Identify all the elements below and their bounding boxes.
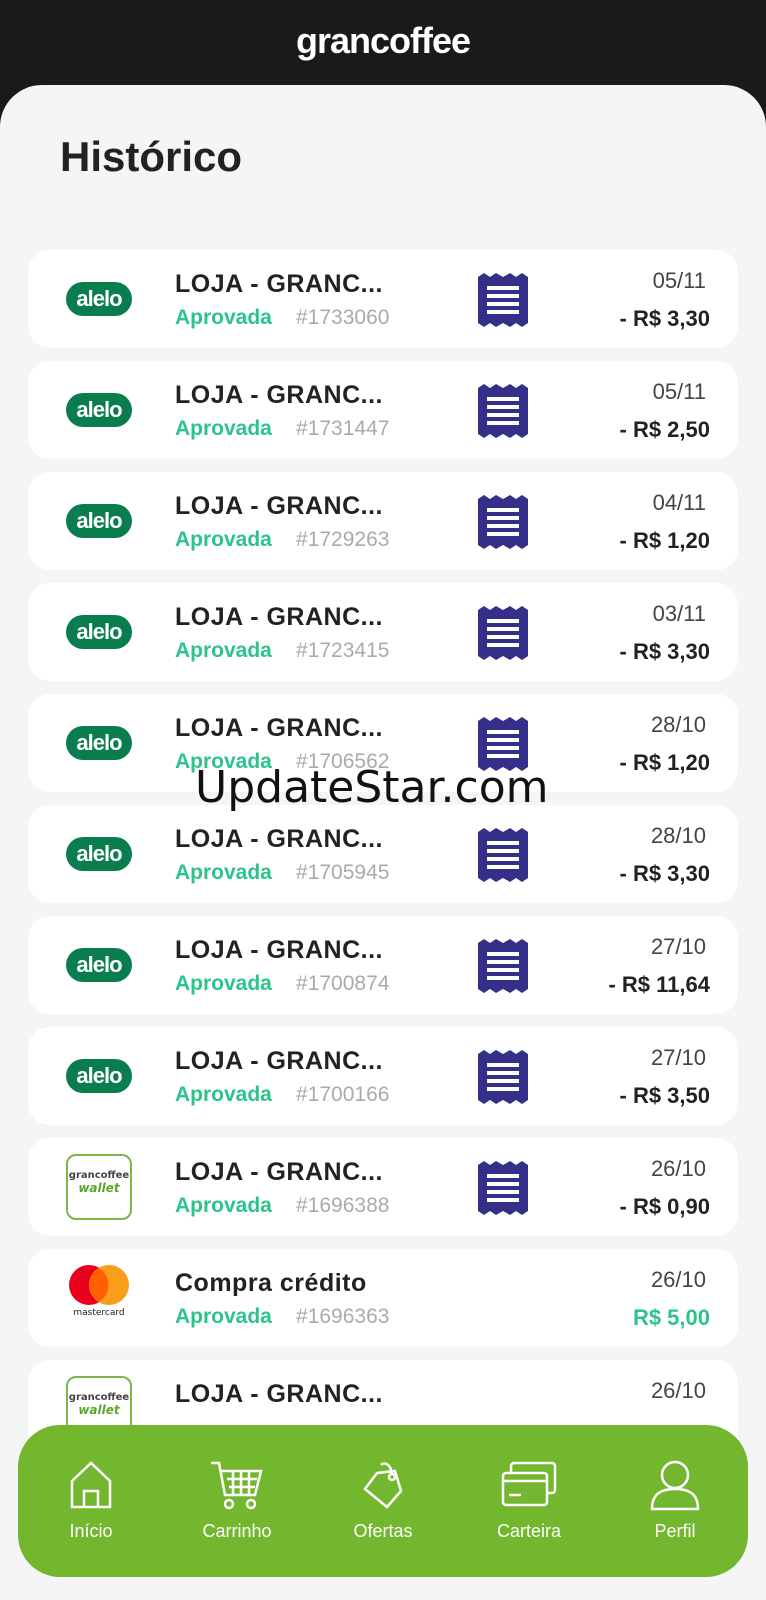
status-label: Aprovada	[175, 972, 272, 995]
watermark: UpdateStar.com	[195, 762, 549, 813]
alelo-logo: alelo	[66, 615, 132, 649]
transaction-row[interactable]: alelo LOJA - GRANC... Aprovada #1733060 05/1…	[28, 250, 738, 348]
transaction-date: 26/10	[650, 1267, 706, 1292]
transaction-date: 27/10	[650, 934, 706, 959]
nav-label: Perfil	[654, 1521, 696, 1541]
transaction-row[interactable]: alelo LOJA - GRANC... Aprovada #1700166 27/1…	[28, 1027, 738, 1125]
alelo-logo: alelo	[66, 837, 132, 871]
receipt-icon[interactable]	[476, 606, 530, 660]
page-title: Histórico	[60, 133, 243, 180]
mastercard-logo: mastercard	[66, 1263, 132, 1333]
brand-logo: grancoffee	[295, 20, 471, 61]
receipt-icon[interactable]	[476, 495, 530, 549]
transaction-code: #1733060	[296, 306, 390, 329]
nav-item-carteira[interactable]: Carteira	[456, 1425, 602, 1577]
transaction-amount: - R$ 3,30	[619, 306, 711, 331]
nav-label: Ofertas	[353, 1521, 413, 1541]
transaction-code: #1696388	[296, 1194, 390, 1217]
bottom-nav: Início Carrinho Ofertas Carteira Perfil	[18, 1425, 748, 1577]
transaction-date: 04/11	[652, 490, 706, 515]
transaction-code: #1696363	[296, 1305, 390, 1328]
transaction-code: #1705945	[296, 861, 390, 884]
transaction-title: LOJA - GRANC...	[175, 936, 383, 964]
transaction-title: LOJA - GRANC...	[175, 381, 383, 409]
wallet-logo-brand: grancoffee	[68, 1392, 130, 1403]
status-label: Aprovada	[175, 528, 272, 551]
transaction-amount: - R$ 1,20	[619, 750, 711, 775]
transaction-date: 05/11	[652, 268, 706, 293]
nav-label: Carteira	[496, 1521, 562, 1541]
transaction-date: 28/10	[650, 712, 706, 737]
receipt-icon[interactable]	[476, 273, 530, 327]
alelo-logo: alelo	[66, 393, 132, 427]
transaction-amount: R$ 5,00	[632, 1305, 710, 1330]
transaction-date: 28/10	[650, 823, 706, 848]
transaction-title: LOJA - GRANC...	[175, 270, 383, 298]
status-label: Aprovada	[175, 1194, 272, 1217]
transaction-amount: - R$ 11,64	[608, 972, 710, 997]
nav-label: Início	[69, 1521, 113, 1541]
status-label: Aprovada	[175, 306, 272, 329]
transaction-date: 03/11	[652, 601, 706, 626]
transaction-code: #1700166	[296, 1083, 390, 1106]
transaction-title: Compra crédito	[175, 1269, 367, 1297]
transaction-title: LOJA - GRANC...	[175, 1158, 383, 1186]
transaction-title: LOJA - GRANC...	[175, 492, 383, 520]
transaction-amount: - R$ 2,50	[619, 417, 711, 442]
transaction-date: 27/10	[650, 1045, 706, 1070]
transaction-amount: - R$ 3,30	[619, 639, 711, 664]
alelo-logo: alelo	[66, 282, 132, 316]
transaction-date: 26/10	[650, 1378, 706, 1403]
transaction-amount: - R$ 1,20	[619, 528, 711, 553]
transaction-code: #1700874	[296, 972, 390, 995]
receipt-icon[interactable]	[476, 1161, 530, 1215]
history-sheet[interactable]: Histórico alelo LOJA - GRANC... Aprovada #1…	[0, 85, 766, 1600]
transaction-amount: - R$ 0,90	[619, 1194, 711, 1219]
nav-item-perfil[interactable]: Perfil	[602, 1425, 748, 1577]
transaction-title: LOJA - GRANC...	[175, 603, 383, 631]
nav-label: Carrinho	[202, 1521, 272, 1541]
wallet-logo-sub: wallet	[78, 1181, 120, 1195]
transaction-title: LOJA - GRANC...	[175, 1380, 383, 1408]
transaction-list[interactable]: alelo LOJA - GRANC... Aprovada #1733060 05/1…	[28, 250, 738, 1471]
status-label: Aprovada	[175, 1083, 272, 1106]
transaction-code: #1723415	[296, 639, 390, 662]
alelo-logo: alelo	[66, 1059, 132, 1093]
transaction-row[interactable]: alelo LOJA - GRANC... Aprovada #1700874 27/1…	[28, 916, 738, 1014]
grancoffee-wallet-logo: grancoffee wallet	[66, 1154, 132, 1220]
transaction-title: LOJA - GRANC...	[175, 1047, 383, 1075]
status-label: Aprovada	[175, 1305, 272, 1328]
transaction-row[interactable]: alelo LOJA - GRANC... Aprovada #1723415 03/1…	[28, 583, 738, 681]
alelo-logo: alelo	[66, 504, 132, 538]
status-label: Aprovada	[175, 861, 272, 884]
transaction-date: 26/10	[650, 1156, 706, 1181]
alelo-logo: alelo	[66, 726, 132, 760]
transaction-title: LOJA - GRANC...	[175, 825, 383, 853]
nav-item-carrinho[interactable]: Carrinho	[164, 1425, 310, 1577]
transaction-amount: - R$ 3,50	[619, 1083, 711, 1108]
wallet-logo-brand: grancoffee	[68, 1170, 130, 1181]
transaction-row[interactable]: grancoffee wallet LOJA - GRANC... Aprovada #…	[28, 1138, 738, 1236]
transaction-row[interactable]: alelo LOJA - GRANC... Aprovada #1729263 04/1…	[28, 472, 738, 570]
status-label: Aprovada	[175, 639, 272, 662]
mastercard-wordmark: mastercard	[73, 1308, 125, 1318]
nav-item-ofertas[interactable]: Ofertas	[310, 1425, 456, 1577]
transaction-row[interactable]: alelo LOJA - GRANC... Aprovada #1705945 28/1…	[28, 805, 738, 903]
transaction-code: #1729263	[296, 528, 390, 551]
wallet-logo-sub: wallet	[78, 1403, 120, 1417]
receipt-icon[interactable]	[476, 939, 530, 993]
nav-item-inicio[interactable]: Início	[18, 1425, 164, 1577]
transaction-code: #1731447	[296, 417, 390, 440]
receipt-icon[interactable]	[476, 828, 530, 882]
transaction-row[interactable]: mastercard Compra crédito Aprovada #1696363…	[28, 1249, 738, 1347]
transaction-date: 05/11	[652, 379, 706, 404]
receipt-icon[interactable]	[476, 384, 530, 438]
transaction-row[interactable]: alelo LOJA - GRANC... Aprovada #1731447 05/1…	[28, 361, 738, 459]
transaction-amount: - R$ 3,30	[619, 861, 711, 886]
transaction-title: LOJA - GRANC...	[175, 714, 383, 742]
status-label: Aprovada	[175, 417, 272, 440]
receipt-icon[interactable]	[476, 1050, 530, 1104]
alelo-logo: alelo	[66, 948, 132, 982]
